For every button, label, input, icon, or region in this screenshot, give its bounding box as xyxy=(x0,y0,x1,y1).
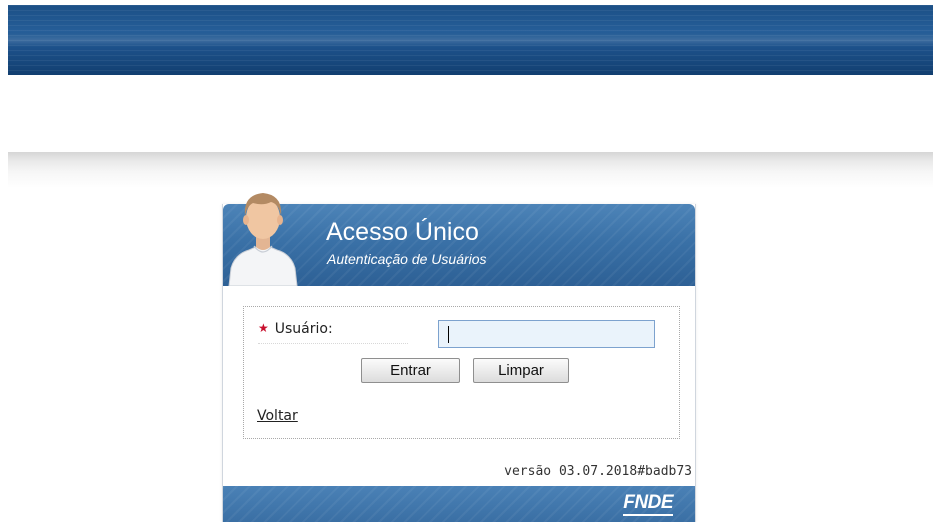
version-text: versão 03.07.2018#badb73 xyxy=(504,464,692,479)
username-label-text: Usuário: xyxy=(274,321,333,337)
username-input[interactable] xyxy=(438,320,655,348)
text-cursor xyxy=(448,326,449,343)
clear-button[interactable]: Limpar xyxy=(473,358,569,383)
login-header: Acesso Único Autenticação de Usuários xyxy=(223,193,695,286)
back-link[interactable]: Voltar xyxy=(257,408,298,424)
gray-band xyxy=(8,152,933,188)
page-subtitle: Autenticação de Usuários xyxy=(327,251,487,267)
required-asterisk-icon: ★ xyxy=(258,321,269,335)
user-avatar-icon xyxy=(228,193,298,286)
top-banner xyxy=(8,5,933,75)
login-box: Acesso Único Autenticação de Usuários ★ U… xyxy=(222,193,696,522)
login-form: ★ Usuário: Entrar Limpar Voltar xyxy=(243,306,680,439)
fnde-logo: FNDE xyxy=(623,492,673,516)
login-footer: FNDE xyxy=(223,486,695,522)
page-title: Acesso Único xyxy=(326,218,479,246)
username-label: ★ Usuário: xyxy=(258,321,408,344)
banner-shine xyxy=(8,33,933,47)
enter-button[interactable]: Entrar xyxy=(361,358,460,383)
